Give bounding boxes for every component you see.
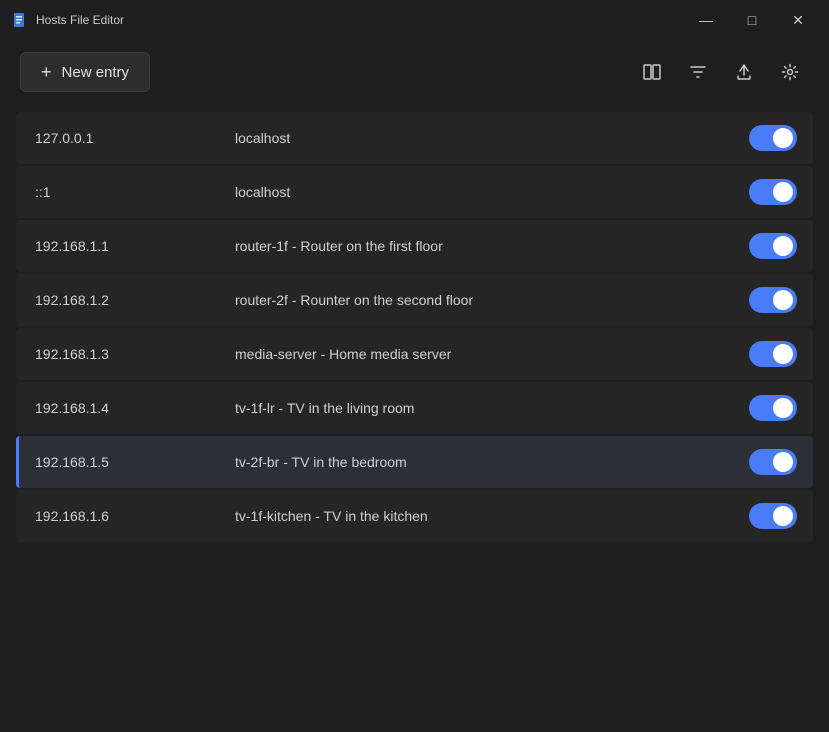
table-row[interactable]: ::1localhost bbox=[16, 166, 813, 218]
title-bar: Hosts File Editor — □ ✕ bbox=[0, 0, 829, 40]
host-ip: 192.168.1.1 bbox=[35, 238, 235, 254]
title-bar-left: Hosts File Editor bbox=[12, 12, 124, 28]
host-name: media-server - Home media server bbox=[235, 346, 749, 362]
host-ip: 192.168.1.3 bbox=[35, 346, 235, 362]
toolbar-left: + New entry bbox=[20, 52, 150, 92]
host-name: router-1f - Router on the first floor bbox=[235, 238, 749, 254]
host-ip: 192.168.1.2 bbox=[35, 292, 235, 308]
filter-button[interactable] bbox=[679, 53, 717, 91]
filter-icon bbox=[688, 62, 708, 82]
host-ip: 192.168.1.4 bbox=[35, 400, 235, 416]
host-name: tv-1f-kitchen - TV in the kitchen bbox=[235, 508, 749, 524]
table-row[interactable]: 192.168.1.1router-1f - Router on the fir… bbox=[16, 220, 813, 272]
table-row[interactable]: 192.168.1.6tv-1f-kitchen - TV in the kit… bbox=[16, 490, 813, 542]
table-row[interactable]: 192.168.1.3media-server - Home media ser… bbox=[16, 328, 813, 380]
hosts-list-container: 127.0.0.1localhost::1localhost192.168.1.… bbox=[0, 104, 829, 732]
table-row[interactable]: 192.168.1.5tv-2f-br - TV in the bedroom bbox=[16, 436, 813, 488]
host-toggle[interactable] bbox=[749, 179, 797, 205]
maximize-button[interactable]: □ bbox=[729, 4, 775, 36]
host-name: localhost bbox=[235, 130, 749, 146]
host-name: tv-2f-br - TV in the bedroom bbox=[235, 454, 749, 470]
new-entry-label: New entry bbox=[62, 64, 130, 81]
app-icon bbox=[12, 12, 28, 28]
host-toggle[interactable] bbox=[749, 125, 797, 151]
host-ip: ::1 bbox=[35, 184, 235, 200]
table-row[interactable]: 192.168.1.2router-2f - Rounter on the se… bbox=[16, 274, 813, 326]
panels-button[interactable] bbox=[633, 53, 671, 91]
host-toggle[interactable] bbox=[749, 503, 797, 529]
minimize-button[interactable]: — bbox=[683, 4, 729, 36]
settings-button[interactable] bbox=[771, 53, 809, 91]
host-name: router-2f - Rounter on the second floor bbox=[235, 292, 749, 308]
host-ip: 192.168.1.5 bbox=[35, 454, 235, 470]
table-row[interactable]: 127.0.0.1localhost bbox=[16, 112, 813, 164]
export-icon bbox=[734, 62, 754, 82]
new-entry-button[interactable]: + New entry bbox=[20, 52, 150, 92]
app-title: Hosts File Editor bbox=[36, 13, 124, 27]
host-toggle[interactable] bbox=[749, 449, 797, 475]
toolbar-right bbox=[633, 53, 809, 91]
host-ip: 192.168.1.6 bbox=[35, 508, 235, 524]
host-ip: 127.0.0.1 bbox=[35, 130, 235, 146]
host-name: localhost bbox=[235, 184, 749, 200]
hosts-list: 127.0.0.1localhost::1localhost192.168.1.… bbox=[16, 112, 813, 542]
export-button[interactable] bbox=[725, 53, 763, 91]
table-row[interactable]: 192.168.1.4tv-1f-lr - TV in the living r… bbox=[16, 382, 813, 434]
host-name: tv-1f-lr - TV in the living room bbox=[235, 400, 749, 416]
window-controls: — □ ✕ bbox=[683, 4, 821, 36]
host-toggle[interactable] bbox=[749, 395, 797, 421]
host-toggle[interactable] bbox=[749, 341, 797, 367]
settings-icon bbox=[780, 62, 800, 82]
close-button[interactable]: ✕ bbox=[775, 4, 821, 36]
panels-icon bbox=[642, 62, 662, 82]
plus-icon: + bbox=[41, 63, 52, 81]
host-toggle[interactable] bbox=[749, 233, 797, 259]
toolbar: + New entry bbox=[0, 40, 829, 104]
host-toggle[interactable] bbox=[749, 287, 797, 313]
